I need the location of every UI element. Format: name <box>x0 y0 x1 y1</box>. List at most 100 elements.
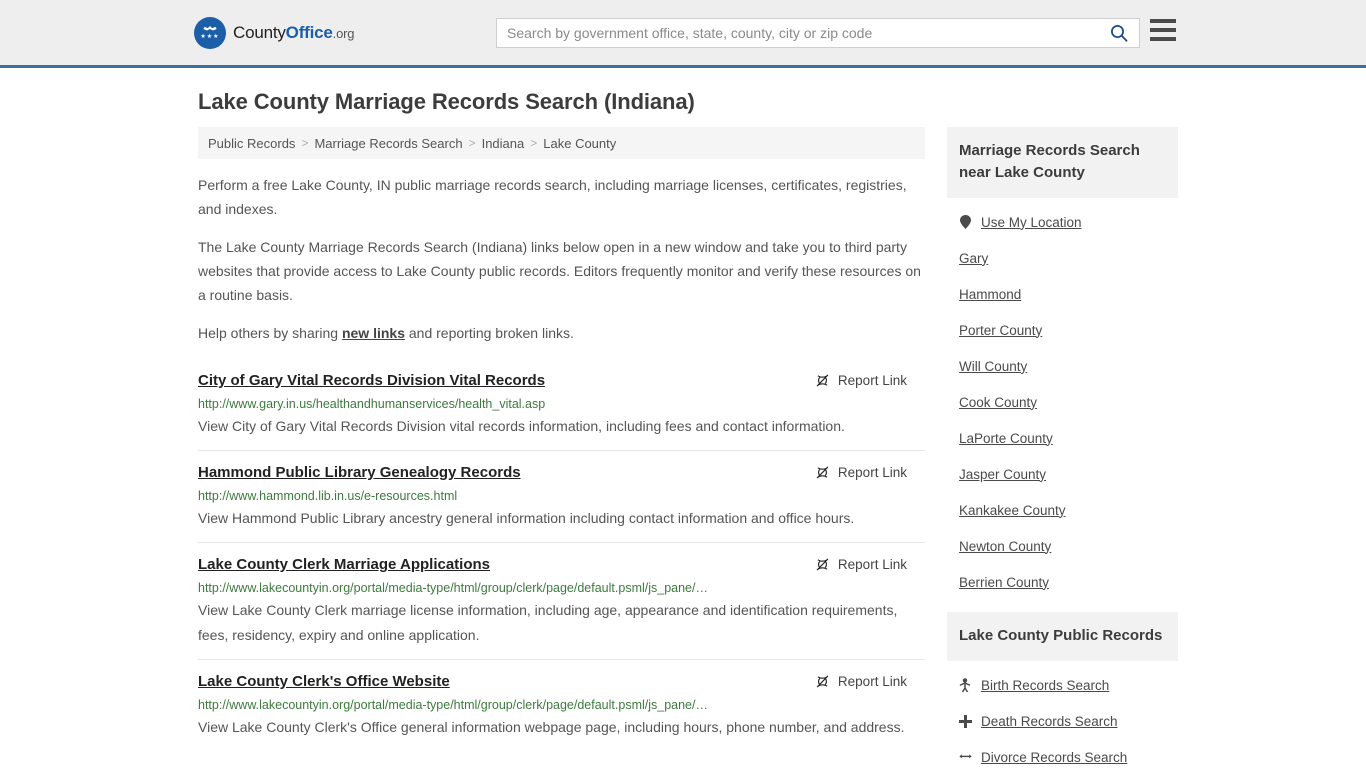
broken-link-icon <box>816 374 829 387</box>
sidebar-panel-public-records: Lake County Public Records Birth Records… <box>946 612 1178 768</box>
breadcrumb-separator: > <box>468 136 476 150</box>
intro-paragraph-3: Help others by sharing new links and rep… <box>198 321 925 345</box>
intro-paragraph-1: Perform a free Lake County, IN public ma… <box>198 177 907 217</box>
report-link-button[interactable]: Report Link <box>815 555 907 572</box>
sidebar-link-label[interactable]: Will County <box>959 359 1027 374</box>
results-list: City of Gary Vital Records Division Vita… <box>198 363 925 751</box>
result-url: http://www.lakecountyin.org/portal/media… <box>198 581 708 595</box>
main-content: Public Records > Marriage Records Search… <box>198 127 925 751</box>
sidebar-item-kankakee-county[interactable]: Kankakee County <box>959 492 1178 528</box>
sidebar-link-label[interactable]: Berrien County <box>959 575 1049 590</box>
report-link-label: Report Link <box>837 557 907 572</box>
sidebar-item-newton-county[interactable]: Newton County <box>959 528 1178 564</box>
report-link-label: Report Link <box>837 373 907 388</box>
report-link-button[interactable]: Report Link <box>815 672 907 689</box>
sidebar-link-label[interactable]: Gary <box>959 251 988 266</box>
breadcrumb-item-marriage-records-search[interactable]: Marriage Records Search <box>314 136 462 151</box>
search-bar <box>496 18 1140 48</box>
sidebar-link-label[interactable]: Hammond <box>959 287 1021 302</box>
sidebar: Marriage Records Search near Lake County… <box>946 127 1178 768</box>
site-logo[interactable]: ★★★ CountyOffice.org <box>194 16 354 49</box>
search-icon <box>1111 25 1128 42</box>
sidebar-link-label[interactable]: LaPorte County <box>959 431 1053 446</box>
breadcrumb-separator: > <box>301 136 309 150</box>
result-url: http://www.hammond.lib.in.us/e-resources… <box>198 489 458 503</box>
baby-icon <box>959 678 972 692</box>
sidebar-item-gary[interactable]: Gary <box>959 240 1178 276</box>
new-links-link[interactable]: new links <box>342 325 405 341</box>
result-title-link[interactable]: Lake County Clerk's Office Website <box>198 672 450 692</box>
sidebar-item-hammond[interactable]: Hammond <box>959 276 1178 312</box>
intro-p3-after: and reporting broken links. <box>405 325 574 341</box>
sidebar-panel-heading: Marriage Records Search near Lake County <box>946 127 1178 198</box>
report-link-label: Report Link <box>837 674 907 689</box>
logo-tld-text: .org <box>332 25 355 41</box>
sidebar-panel-nearby: Marriage Records Search near Lake County… <box>946 127 1178 600</box>
sidebar-link-label[interactable]: Porter County <box>959 323 1042 338</box>
menu-bar-1 <box>1150 19 1176 23</box>
result-item: City of Gary Vital Records Division Vita… <box>198 363 925 450</box>
breadcrumb-item-indiana[interactable]: Indiana <box>482 136 525 151</box>
map-pin-icon <box>959 215 972 229</box>
intro-text: Perform a free Lake County, IN public ma… <box>198 173 925 345</box>
stars-icon: ★★★ <box>200 34 220 40</box>
sidebar-link-label[interactable]: Death Records Search <box>981 714 1118 729</box>
sidebar-link-list: Use My Location Gary Hammond Porter Coun… <box>947 198 1178 600</box>
sidebar-link-label[interactable]: Newton County <box>959 539 1051 554</box>
hamburger-menu-icon[interactable] <box>1150 19 1176 41</box>
result-description: View Lake County Clerk's Office general … <box>198 719 905 735</box>
eagle-shield-icon: ★★★ <box>194 16 226 49</box>
report-link-button[interactable]: Report Link <box>815 463 907 480</box>
page-title: Lake County Marriage Records Search (Ind… <box>198 89 695 114</box>
sidebar-item-birth-records-search[interactable]: Birth Records Search <box>959 667 1178 703</box>
broken-link-icon <box>816 558 829 571</box>
logo-office-text: Office <box>285 22 333 42</box>
menu-bar-3 <box>1150 37 1176 41</box>
cross-icon <box>958 714 972 728</box>
sidebar-link-label[interactable]: Use My Location <box>981 215 1082 230</box>
sidebar-link-label[interactable]: Jasper County <box>959 467 1046 482</box>
result-item: Hammond Public Library Genealogy Records… <box>198 450 925 542</box>
result-item: Lake County Clerk's Office Website Repor… <box>198 659 925 751</box>
site-header: ★★★ CountyOffice.org <box>0 0 1366 68</box>
sidebar-link-list: Birth Records Search Death Records Searc… <box>947 661 1178 768</box>
menu-bar-2 <box>1150 28 1176 32</box>
sidebar-item-berrien-county[interactable]: Berrien County <box>959 564 1178 600</box>
sidebar-link-label[interactable]: Birth Records Search <box>981 678 1109 693</box>
site-logo-text: CountyOffice.org <box>233 23 354 43</box>
logo-county-text: County <box>233 22 286 42</box>
sidebar-item-jasper-county[interactable]: Jasper County <box>959 456 1178 492</box>
result-item: Lake County Clerk Marriage Applications … <box>198 542 925 659</box>
sidebar-item-porter-county[interactable]: Porter County <box>959 312 1178 348</box>
sidebar-link-label[interactable]: Divorce Records Search <box>981 750 1127 765</box>
sidebar-item-use-my-location[interactable]: Use My Location <box>959 204 1178 240</box>
result-url: http://www.gary.in.us/healthandhumanserv… <box>198 397 546 411</box>
sidebar-link-label[interactable]: Kankakee County <box>959 503 1066 518</box>
broken-link-icon <box>816 675 829 688</box>
breadcrumb: Public Records > Marriage Records Search… <box>198 127 925 159</box>
sidebar-item-will-county[interactable]: Will County <box>959 348 1178 384</box>
intro-p3-before: Help others by sharing <box>198 325 342 341</box>
result-title-link[interactable]: City of Gary Vital Records Division Vita… <box>198 371 545 391</box>
breadcrumb-item-public-records[interactable]: Public Records <box>208 136 295 151</box>
sidebar-panel-heading: Lake County Public Records <box>946 612 1178 661</box>
report-link-button[interactable]: Report Link <box>815 371 907 388</box>
broken-link-icon <box>816 466 829 479</box>
split-arrows-icon <box>959 752 972 762</box>
sidebar-item-cook-county[interactable]: Cook County <box>959 384 1178 420</box>
sidebar-item-death-records-search[interactable]: Death Records Search <box>958 703 1178 739</box>
breadcrumb-separator: > <box>530 136 538 150</box>
search-input[interactable] <box>497 19 1099 47</box>
result-description: View Lake County Clerk marriage license … <box>198 602 898 643</box>
report-link-label: Report Link <box>837 465 907 480</box>
result-description: View Hammond Public Library ancestry gen… <box>198 510 855 526</box>
sidebar-item-divorce-records-search[interactable]: Divorce Records Search <box>959 739 1178 768</box>
result-title-link[interactable]: Hammond Public Library Genealogy Records <box>198 463 521 483</box>
breadcrumb-item-lake-county[interactable]: Lake County <box>543 136 616 151</box>
sidebar-link-label[interactable]: Cook County <box>959 395 1037 410</box>
result-description: View City of Gary Vital Records Division… <box>198 418 845 434</box>
search-button[interactable] <box>1099 19 1139 47</box>
intro-paragraph-2: The Lake County Marriage Records Search … <box>198 239 921 303</box>
sidebar-item-laporte-county[interactable]: LaPorte County <box>959 420 1178 456</box>
result-title-link[interactable]: Lake County Clerk Marriage Applications <box>198 555 490 575</box>
